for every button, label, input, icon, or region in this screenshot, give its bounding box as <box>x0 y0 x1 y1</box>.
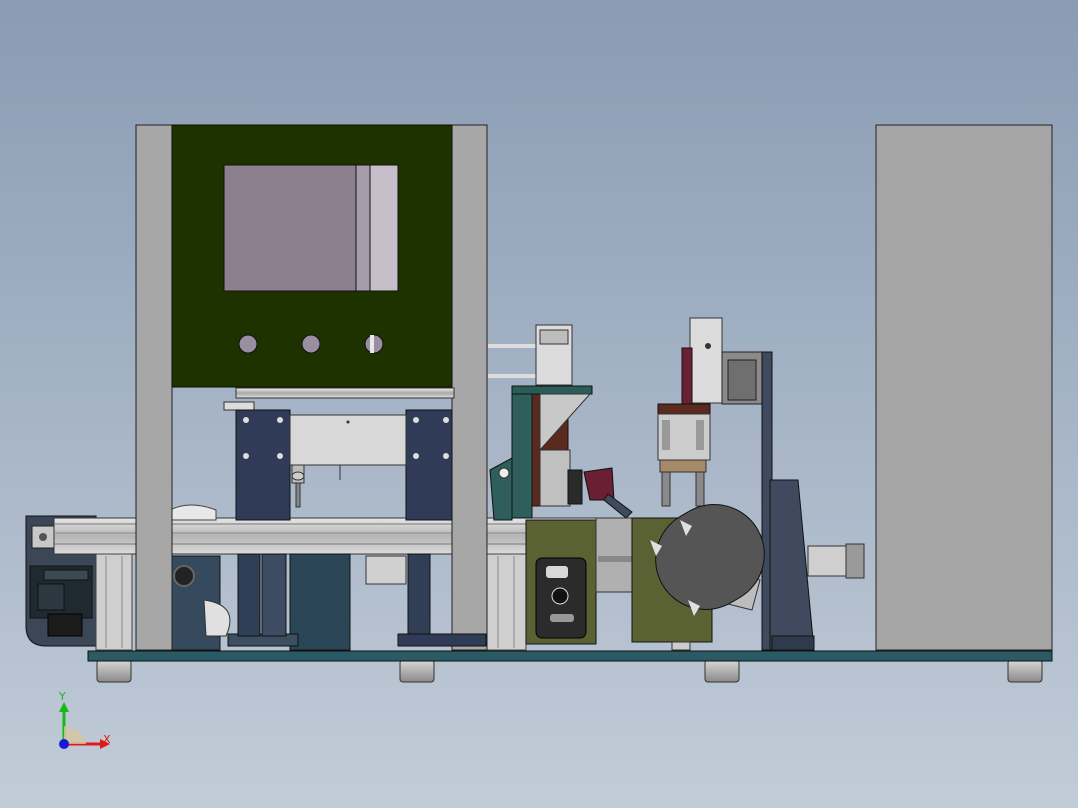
hmi-control-panel <box>171 124 453 388</box>
x-axis-label: X <box>103 733 111 746</box>
gripper-assembly <box>657 317 763 507</box>
z-axis-marker <box>59 739 69 749</box>
y-axis-label: Y <box>58 690 66 703</box>
right-column <box>761 351 865 651</box>
panel-button-2 <box>301 334 321 354</box>
leveling-feet <box>96 659 1043 683</box>
press-module <box>223 387 487 647</box>
belt-plate <box>631 504 765 651</box>
machine-assembly-drawing: X Y <box>25 124 1053 749</box>
servo-motor-top <box>488 324 593 395</box>
feeder-bracket <box>489 393 633 521</box>
speed-dial <box>551 587 569 605</box>
coordinate-triad: X Y <box>58 690 111 749</box>
cad-viewport[interactable]: X Y <box>0 0 1078 808</box>
speed-controller <box>525 517 637 645</box>
base-plate <box>87 650 1053 662</box>
right-cabinet <box>875 124 1053 651</box>
panel-button-1 <box>238 334 258 354</box>
